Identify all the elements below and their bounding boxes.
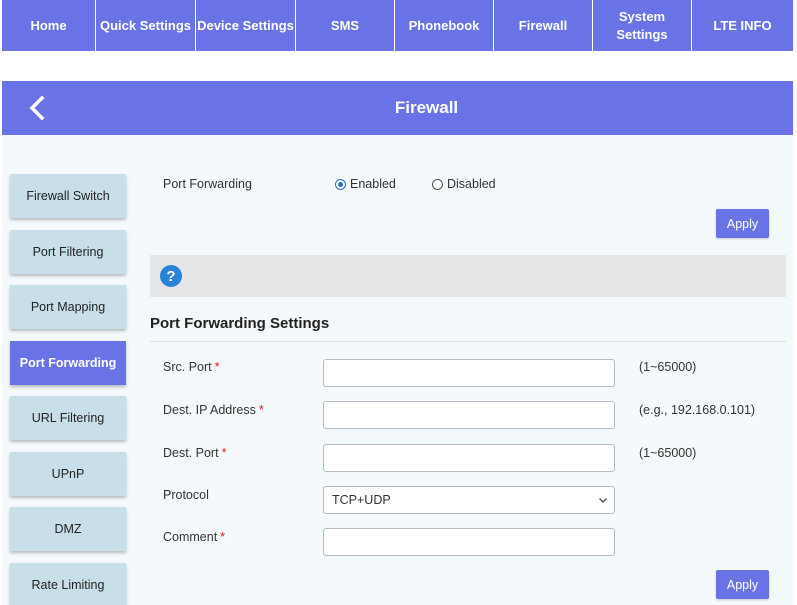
apply-button-top[interactable]: Apply xyxy=(716,209,769,238)
comment-input[interactable] xyxy=(323,528,615,556)
page-header: Firewall xyxy=(2,81,793,135)
comment-label-text: Comment xyxy=(163,530,218,544)
port-forwarding-label: Port Forwarding xyxy=(163,177,252,191)
main-panel: Port Forwarding Enabled Disabled Apply ?… xyxy=(150,135,786,605)
nav-device-settings[interactable]: Device Settings xyxy=(196,0,296,51)
src-port-hint: (1~65000) xyxy=(639,360,697,374)
page-title: Firewall xyxy=(394,98,459,117)
section-title: Port Forwarding Settings xyxy=(150,315,330,332)
disabled-radio[interactable]: Disabled xyxy=(432,177,496,191)
content-area: Firewall Switch Port Filtering Port Mapp… xyxy=(2,135,793,605)
sidebar-item-firewall-switch[interactable]: Firewall Switch xyxy=(10,174,126,218)
help-bar: ? xyxy=(150,255,786,297)
dest-ip-input[interactable] xyxy=(323,401,615,429)
nav-phonebook[interactable]: Phonebook xyxy=(395,0,494,51)
src-port-label-text: Src. Port xyxy=(163,360,212,374)
nav-home[interactable]: Home xyxy=(2,0,96,51)
disabled-radio-label: Disabled xyxy=(447,177,496,191)
sidebar-item-port-mapping[interactable]: Port Mapping xyxy=(10,285,126,329)
sidebar-item-port-filtering[interactable]: Port Filtering xyxy=(10,229,126,274)
required-mark: * xyxy=(221,446,227,460)
src-port-label: Src. Port * xyxy=(163,360,220,374)
question-icon[interactable]: ? xyxy=(160,265,182,287)
top-nav: Home Quick Settings Device Settings SMS … xyxy=(2,0,793,51)
sidebar: Firewall Switch Port Filtering Port Mapp… xyxy=(10,174,126,605)
divider xyxy=(150,341,786,342)
sidebar-item-url-filtering[interactable]: URL Filtering xyxy=(10,396,126,440)
required-mark: * xyxy=(258,403,264,417)
nav-firewall[interactable]: Firewall xyxy=(494,0,593,51)
dest-port-input[interactable] xyxy=(323,444,615,472)
dest-port-label-text: Dest. Port xyxy=(163,446,219,460)
chevron-down-icon xyxy=(599,498,607,503)
sidebar-item-upnp[interactable]: UPnP xyxy=(10,451,126,496)
sidebar-item-rate-limiting[interactable]: Rate Limiting xyxy=(10,562,126,605)
sidebar-item-port-forwarding[interactable]: Port Forwarding xyxy=(10,340,126,385)
nav-lte-info[interactable]: LTE INFO xyxy=(692,0,793,51)
nav-system-settings[interactable]: System Settings xyxy=(593,0,692,51)
dest-ip-hint: (e.g., 192.168.0.101) xyxy=(639,403,756,417)
radio-unchecked-icon xyxy=(432,178,443,190)
required-mark: * xyxy=(214,360,220,374)
enabled-radio-label: Enabled xyxy=(350,177,396,191)
dest-port-label: Dest. Port * xyxy=(163,446,226,460)
apply-button-bottom[interactable]: Apply xyxy=(716,570,769,599)
dest-ip-label-text: Dest. IP Address xyxy=(163,403,256,417)
sidebar-item-dmz[interactable]: DMZ xyxy=(10,507,126,551)
radio-checked-icon xyxy=(335,178,346,190)
src-port-input[interactable] xyxy=(323,359,615,387)
dest-port-hint: (1~65000) xyxy=(639,446,697,460)
nav-spacer xyxy=(2,51,793,81)
protocol-select[interactable]: TCP+UDP xyxy=(323,486,615,514)
required-mark: * xyxy=(220,530,226,544)
enabled-radio[interactable]: Enabled xyxy=(335,177,396,191)
dest-ip-label: Dest. IP Address * xyxy=(163,403,264,417)
nav-sms[interactable]: SMS xyxy=(296,0,395,51)
protocol-label: Protocol xyxy=(163,488,209,502)
comment-label: Comment * xyxy=(163,530,225,544)
nav-quick-settings[interactable]: Quick Settings xyxy=(96,0,196,51)
protocol-select-value: TCP+UDP xyxy=(332,493,391,507)
